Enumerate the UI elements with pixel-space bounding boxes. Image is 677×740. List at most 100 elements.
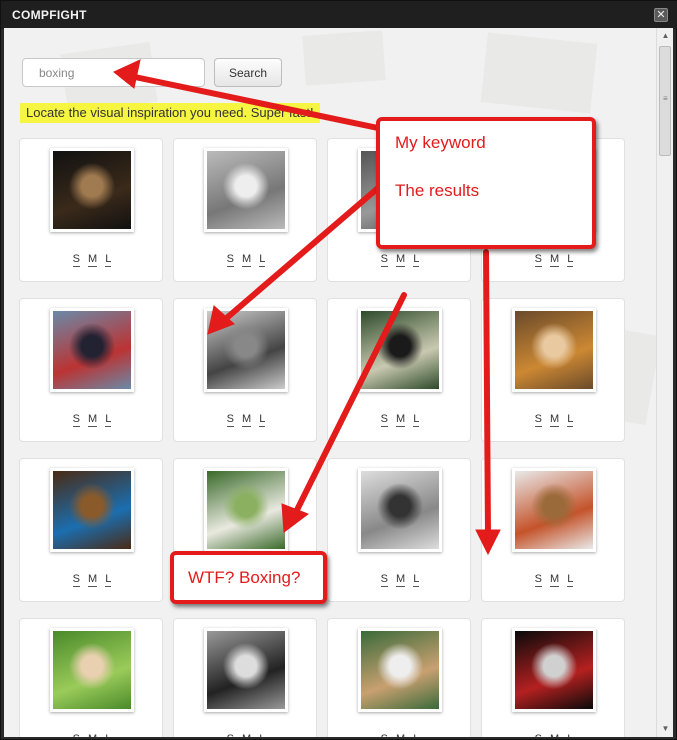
size-link-l[interactable]: L: [567, 253, 574, 267]
size-link-m[interactable]: M: [550, 413, 560, 427]
size-link-l[interactable]: L: [259, 253, 266, 267]
size-link-l[interactable]: L: [259, 413, 266, 427]
result-thumbnail[interactable]: [50, 308, 134, 392]
size-link-s[interactable]: S: [380, 253, 389, 267]
size-links: SML: [328, 253, 472, 267]
size-link-s[interactable]: S: [380, 413, 389, 427]
size-links: SML: [482, 573, 626, 587]
size-link-l[interactable]: L: [567, 573, 574, 587]
result-thumbnail[interactable]: [204, 628, 288, 712]
size-link-s[interactable]: S: [72, 573, 81, 587]
size-links: SML: [20, 733, 164, 737]
size-links: SML: [482, 733, 626, 737]
result-card[interactable]: SML: [19, 298, 163, 442]
result-card[interactable]: SML: [481, 298, 625, 442]
size-link-s[interactable]: S: [535, 733, 542, 737]
size-link-m[interactable]: M: [242, 413, 252, 427]
size-link-l[interactable]: L: [413, 573, 420, 587]
size-link-m[interactable]: M: [242, 253, 252, 267]
size-link-m[interactable]: M: [550, 733, 559, 737]
scroll-thumb[interactable]: ≡: [659, 46, 671, 156]
size-link-s[interactable]: S: [534, 413, 543, 427]
result-card[interactable]: SML: [481, 618, 625, 737]
photo-angry-boxer-face: [361, 311, 439, 389]
result-card[interactable]: SML: [327, 458, 471, 602]
size-link-l[interactable]: L: [413, 733, 419, 737]
size-link-m[interactable]: M: [88, 413, 98, 427]
tagline: Locate the visual inspiration you need. …: [20, 103, 320, 123]
size-link-m[interactable]: M: [550, 253, 560, 267]
result-thumbnail[interactable]: [50, 628, 134, 712]
result-thumbnail[interactable]: [204, 468, 288, 552]
result-thumbnail[interactable]: [512, 628, 596, 712]
size-link-m[interactable]: M: [242, 733, 251, 737]
result-thumbnail[interactable]: [358, 628, 442, 712]
size-link-l[interactable]: L: [413, 253, 420, 267]
result-card[interactable]: SML: [173, 618, 317, 737]
size-link-s[interactable]: S: [226, 413, 235, 427]
size-link-l[interactable]: L: [105, 573, 112, 587]
size-link-m[interactable]: M: [396, 253, 406, 267]
size-link-l[interactable]: L: [105, 253, 112, 267]
size-links: SML: [328, 413, 472, 427]
result-thumbnail[interactable]: [512, 308, 596, 392]
size-link-m[interactable]: M: [88, 573, 98, 587]
photo-punching-bag-room: [53, 471, 131, 549]
titlebar: COMPFIGHT ✕: [1, 1, 677, 29]
result-card[interactable]: SML: [19, 618, 163, 737]
callout-keyword-text: My keyword: [395, 133, 486, 152]
wtf-callout-text: WTF? Boxing?: [188, 568, 301, 587]
scroll-down-icon[interactable]: ▼: [657, 721, 674, 737]
size-link-m[interactable]: M: [396, 413, 406, 427]
photo-boxer-red-lit-gym: [515, 631, 593, 709]
size-link-s[interactable]: S: [72, 413, 81, 427]
result-thumbnail[interactable]: [358, 468, 442, 552]
size-links: SML: [20, 413, 164, 427]
size-link-m[interactable]: M: [88, 733, 97, 737]
result-thumbnail[interactable]: [204, 308, 288, 392]
close-icon: ✕: [656, 9, 666, 21]
close-button[interactable]: ✕: [654, 8, 668, 22]
photo-bw-fist-closeup: [207, 151, 285, 229]
photo-woman-boxing-gloves: [515, 471, 593, 549]
result-card[interactable]: SML: [173, 298, 317, 442]
size-link-l[interactable]: L: [259, 733, 265, 737]
size-link-l[interactable]: L: [105, 413, 112, 427]
size-link-s[interactable]: S: [381, 733, 388, 737]
window-title: COMPFIGHT: [12, 8, 87, 22]
size-link-m[interactable]: M: [88, 253, 98, 267]
result-card[interactable]: SML: [327, 618, 471, 737]
result-card[interactable]: SML: [327, 298, 471, 442]
size-link-s[interactable]: S: [534, 573, 543, 587]
search-input[interactable]: [22, 58, 205, 87]
result-thumbnail[interactable]: [512, 468, 596, 552]
size-link-s[interactable]: S: [72, 253, 81, 267]
scroll-up-icon[interactable]: ▲: [657, 28, 674, 44]
result-card[interactable]: SML: [173, 138, 317, 282]
size-links: SML: [482, 413, 626, 427]
size-link-s[interactable]: S: [380, 573, 389, 587]
result-thumbnail[interactable]: [204, 148, 288, 232]
size-link-s[interactable]: S: [534, 253, 543, 267]
result-thumbnail[interactable]: [50, 148, 134, 232]
size-link-m[interactable]: M: [396, 733, 405, 737]
size-links: SML: [20, 573, 164, 587]
size-link-s[interactable]: S: [226, 253, 235, 267]
size-link-l[interactable]: L: [413, 413, 420, 427]
background-decoration: [480, 32, 598, 114]
size-link-s[interactable]: S: [227, 733, 234, 737]
size-link-m[interactable]: M: [396, 573, 406, 587]
result-card[interactable]: SML: [19, 138, 163, 282]
size-link-l[interactable]: L: [567, 413, 574, 427]
size-link-m[interactable]: M: [550, 573, 560, 587]
size-link-s[interactable]: S: [73, 733, 80, 737]
size-links: SML: [174, 413, 318, 427]
vertical-scrollbar[interactable]: ▲ ≡ ▼: [656, 28, 673, 737]
search-button[interactable]: Search: [214, 58, 282, 87]
result-card[interactable]: SML: [481, 458, 625, 602]
result-thumbnail[interactable]: [50, 468, 134, 552]
size-link-l[interactable]: L: [105, 733, 111, 737]
result-thumbnail[interactable]: [358, 308, 442, 392]
result-card[interactable]: SML: [19, 458, 163, 602]
size-link-l[interactable]: L: [567, 733, 573, 737]
